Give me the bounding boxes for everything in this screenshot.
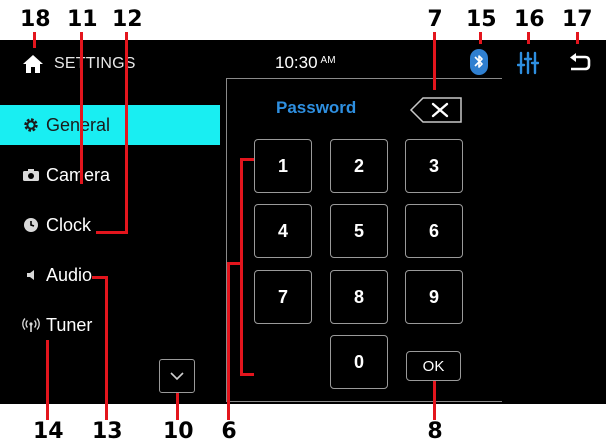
password-title: Password [276, 98, 357, 117]
key-0[interactable]: 0 [330, 335, 388, 389]
callout-6: 6 [221, 419, 237, 444]
callout-line-6d [240, 373, 254, 376]
key-3[interactable]: 3 [405, 139, 463, 193]
ok-button[interactable]: OK [406, 351, 461, 381]
camera-icon [22, 166, 40, 184]
callout-11: 11 [67, 7, 98, 32]
sidebar-item-clock[interactable]: Clock [0, 205, 220, 245]
callout-line-7 [433, 32, 436, 90]
callout-18: 18 [20, 7, 51, 32]
callout-line-6 [227, 262, 230, 420]
callout-12: 12 [112, 7, 143, 32]
sidebar-item-label: General [46, 114, 111, 135]
sidebar-item-label: Audio [46, 264, 93, 285]
back-icon[interactable] [567, 52, 591, 74]
chevron-down-icon [170, 372, 184, 381]
callout-13: 13 [92, 419, 123, 444]
time-value: 10:30 [275, 53, 318, 72]
page-title: SETTINGS [54, 55, 136, 72]
callout-line-13b [92, 276, 108, 279]
clock-icon [22, 216, 40, 234]
callout-line-11 [80, 32, 83, 184]
equalizer-icon[interactable] [517, 51, 539, 75]
bluetooth-icon[interactable] [470, 49, 488, 75]
key-9[interactable]: 9 [405, 270, 463, 324]
callout-line-17 [576, 32, 579, 44]
callout-line-13 [105, 278, 108, 420]
sidebar-item-label: Camera [46, 164, 111, 185]
callout-line-6b [240, 158, 243, 375]
sidebar-item-audio[interactable]: Audio [0, 255, 220, 295]
sidebar-item-general[interactable]: General [0, 105, 220, 145]
callout-8: 8 [427, 419, 443, 444]
callout-14: 14 [33, 419, 64, 444]
callout-line-10 [176, 393, 179, 420]
callout-line-16 [527, 32, 530, 44]
antenna-icon [22, 316, 40, 334]
gear-icon [22, 116, 40, 134]
callout-line-15 [479, 32, 482, 44]
backspace-button[interactable] [409, 96, 465, 124]
key-6[interactable]: 6 [405, 204, 463, 258]
key-4[interactable]: 4 [254, 204, 312, 258]
key-5[interactable]: 5 [330, 204, 388, 258]
speaker-icon [22, 266, 40, 284]
sidebar-item-label: Tuner [46, 314, 93, 335]
device-screen: SETTINGS 10:30 AM General Camera Clock A… [0, 40, 606, 404]
time-ampm: AM [320, 55, 336, 66]
callout-line-12 [125, 32, 128, 234]
callout-line-6c [240, 158, 254, 161]
key-8[interactable]: 8 [330, 270, 388, 324]
callout-line-12b [96, 231, 128, 234]
callout-15: 15 [466, 7, 497, 32]
scroll-down-button[interactable] [159, 359, 195, 393]
callout-17: 17 [562, 7, 593, 32]
callout-7: 7 [427, 7, 443, 32]
sidebar-item-label: Clock [46, 214, 92, 235]
callout-16: 16 [514, 7, 545, 32]
sidebar-item-tuner[interactable]: Tuner [0, 305, 220, 345]
clock-display: 10:30 AM [275, 53, 336, 73]
callout-line-8 [433, 381, 436, 420]
key-2[interactable]: 2 [330, 139, 388, 193]
key-7[interactable]: 7 [254, 270, 312, 324]
callout-line-18 [33, 32, 36, 48]
callout-line-14 [46, 340, 49, 420]
sidebar-item-camera[interactable]: Camera [0, 155, 220, 195]
home-icon[interactable] [22, 54, 44, 74]
key-1[interactable]: 1 [254, 139, 312, 193]
callout-10: 10 [163, 419, 194, 444]
callout-line-6e [227, 262, 243, 265]
